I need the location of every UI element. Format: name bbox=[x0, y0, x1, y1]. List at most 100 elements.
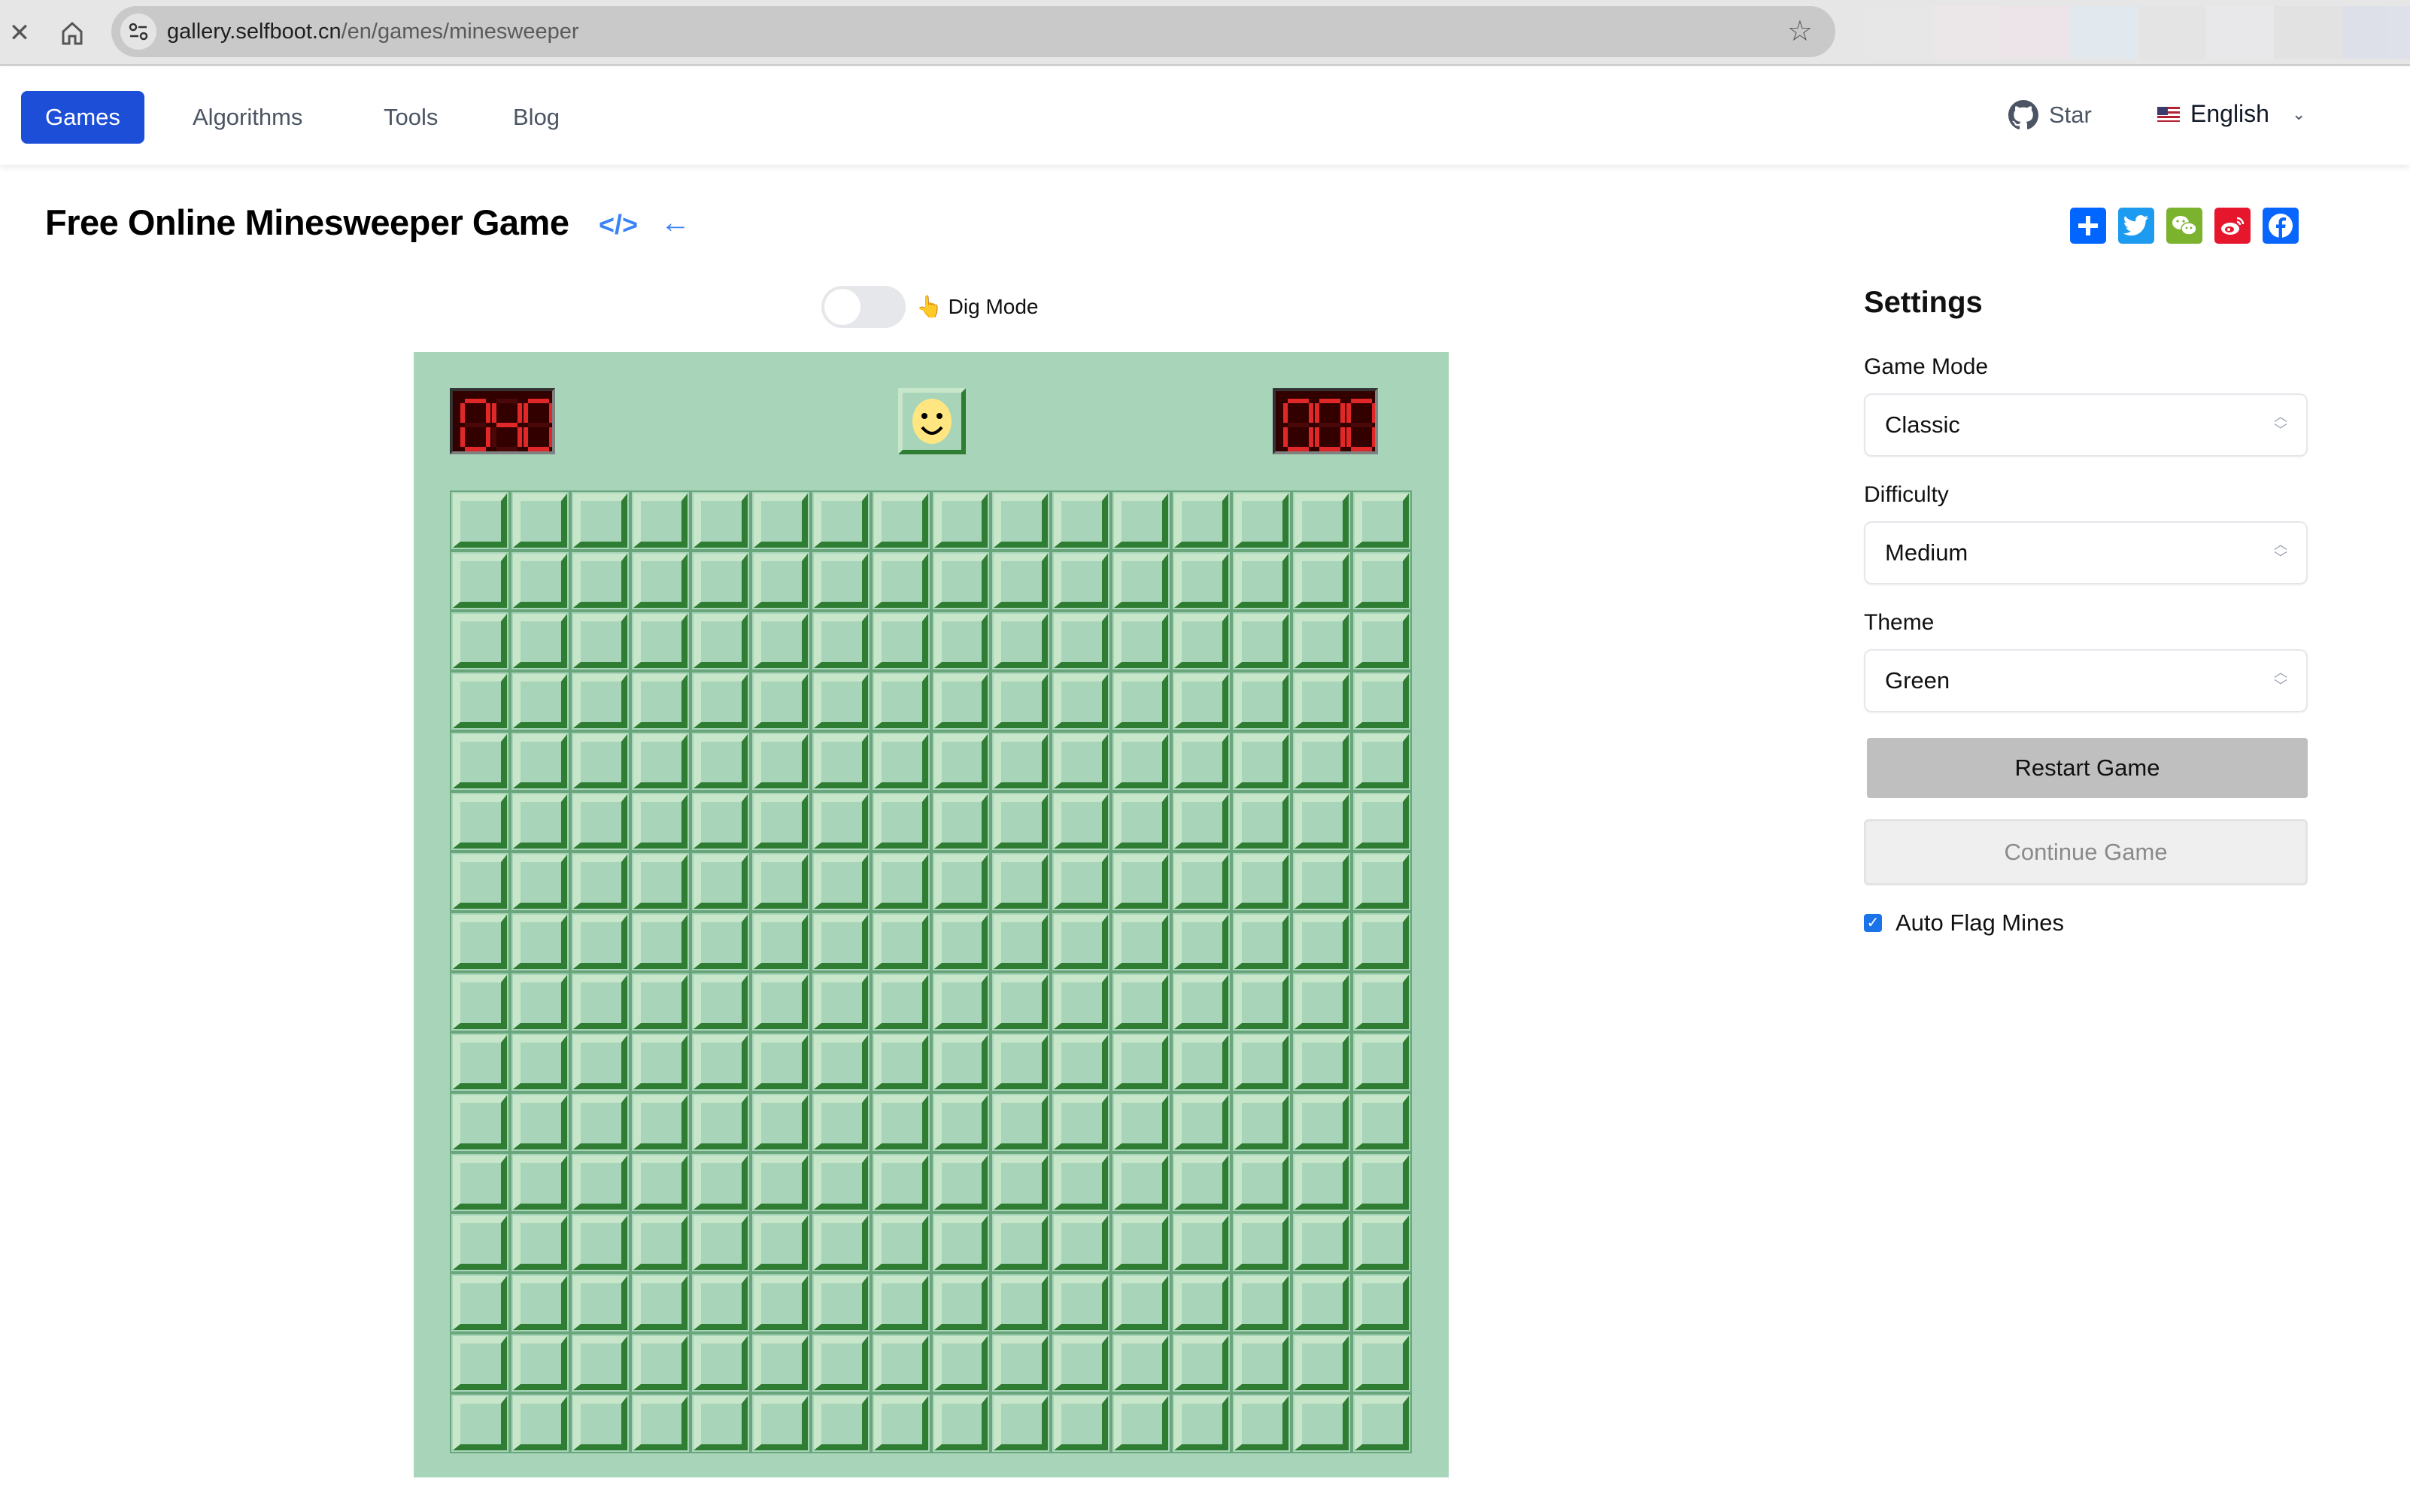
grid-cell[interactable] bbox=[1352, 671, 1412, 731]
grid-cell[interactable] bbox=[569, 1393, 630, 1453]
grid-cell[interactable] bbox=[1171, 1273, 1232, 1333]
grid-cell[interactable] bbox=[690, 1032, 751, 1092]
grid-cell[interactable] bbox=[509, 1092, 570, 1152]
grid-cell[interactable] bbox=[810, 731, 871, 791]
grid-cell[interactable] bbox=[630, 611, 691, 671]
grid-cell[interactable] bbox=[750, 671, 811, 731]
tune-icon[interactable] bbox=[120, 14, 156, 50]
grid-cell[interactable] bbox=[1051, 490, 1112, 551]
theme-select[interactable]: Green ︿ ﹀ bbox=[1864, 649, 2308, 712]
grid-cell[interactable] bbox=[1292, 1333, 1352, 1393]
grid-cell[interactable] bbox=[1171, 852, 1232, 912]
grid-cell[interactable] bbox=[1051, 671, 1112, 731]
grid-cell[interactable] bbox=[1051, 551, 1112, 611]
grid-cell[interactable] bbox=[509, 490, 570, 551]
grid-cell[interactable] bbox=[569, 1333, 630, 1393]
grid-cell[interactable] bbox=[450, 972, 510, 1032]
grid-cell[interactable] bbox=[630, 972, 691, 1032]
grid-cell[interactable] bbox=[930, 671, 991, 731]
grid-cell[interactable] bbox=[1111, 972, 1172, 1032]
grid-cell[interactable] bbox=[569, 551, 630, 611]
grid-cell[interactable] bbox=[1292, 1273, 1352, 1333]
auto-flag-checkbox[interactable]: ✓ bbox=[1864, 914, 1882, 932]
grid-cell[interactable] bbox=[1111, 1213, 1172, 1273]
grid-cell[interactable] bbox=[630, 1393, 691, 1453]
grid-cell[interactable] bbox=[1292, 912, 1352, 972]
nav-algorithms[interactable]: Algorithms bbox=[168, 91, 326, 144]
grid-cell[interactable] bbox=[630, 1273, 691, 1333]
grid-cell[interactable] bbox=[1171, 1393, 1232, 1453]
grid-cell[interactable] bbox=[870, 1213, 931, 1273]
grid-cell[interactable] bbox=[1292, 1213, 1352, 1273]
grid-cell[interactable] bbox=[991, 912, 1052, 972]
grid-cell[interactable] bbox=[1352, 1273, 1412, 1333]
grid-cell[interactable] bbox=[630, 1333, 691, 1393]
grid-cell[interactable] bbox=[1051, 912, 1112, 972]
grid-cell[interactable] bbox=[750, 1032, 811, 1092]
grid-cell[interactable] bbox=[750, 1393, 811, 1453]
grid-cell[interactable] bbox=[1171, 912, 1232, 972]
grid-cell[interactable] bbox=[870, 1333, 931, 1393]
grid-cell[interactable] bbox=[1231, 1213, 1292, 1273]
grid-cell[interactable] bbox=[1352, 551, 1412, 611]
grid-cell[interactable] bbox=[1231, 1092, 1292, 1152]
grid-cell[interactable] bbox=[690, 852, 751, 912]
grid-cell[interactable] bbox=[810, 671, 871, 731]
grid-cell[interactable] bbox=[690, 972, 751, 1032]
grid-cell[interactable] bbox=[930, 731, 991, 791]
grid-cell[interactable] bbox=[1111, 1032, 1172, 1092]
grid-cell[interactable] bbox=[1352, 972, 1412, 1032]
reset-face-button[interactable] bbox=[898, 388, 966, 454]
grid-cell[interactable] bbox=[870, 791, 931, 852]
grid-cell[interactable] bbox=[1352, 912, 1412, 972]
grid-cell[interactable] bbox=[630, 852, 691, 912]
grid-cell[interactable] bbox=[690, 1092, 751, 1152]
grid-cell[interactable] bbox=[509, 1273, 570, 1333]
grid-cell[interactable] bbox=[569, 791, 630, 852]
difficulty-select[interactable]: Medium ︿ ﹀ bbox=[1864, 521, 2308, 584]
grid-cell[interactable] bbox=[509, 852, 570, 912]
grid-cell[interactable] bbox=[1292, 791, 1352, 852]
grid-cell[interactable] bbox=[690, 551, 751, 611]
grid-cell[interactable] bbox=[930, 912, 991, 972]
restart-game-button[interactable]: Restart Game bbox=[1867, 738, 2308, 798]
grid-cell[interactable] bbox=[1231, 1273, 1292, 1333]
grid-cell[interactable] bbox=[991, 611, 1052, 671]
grid-cell[interactable] bbox=[690, 912, 751, 972]
grid-cell[interactable] bbox=[930, 551, 991, 611]
grid-cell[interactable] bbox=[690, 1152, 751, 1213]
grid-cell[interactable] bbox=[991, 1273, 1052, 1333]
grid-cell[interactable] bbox=[1171, 972, 1232, 1032]
grid-cell[interactable] bbox=[690, 1213, 751, 1273]
grid-cell[interactable] bbox=[991, 731, 1052, 791]
grid-cell[interactable] bbox=[569, 972, 630, 1032]
grid-cell[interactable] bbox=[810, 490, 871, 551]
grid-cell[interactable] bbox=[1292, 1393, 1352, 1453]
grid-cell[interactable] bbox=[1171, 551, 1232, 611]
grid-cell[interactable] bbox=[509, 1152, 570, 1213]
grid-cell[interactable] bbox=[1171, 1092, 1232, 1152]
back-arrow-icon[interactable]: ← bbox=[660, 206, 691, 240]
grid-cell[interactable] bbox=[930, 1213, 991, 1273]
language-select[interactable]: English ⌄ bbox=[2157, 100, 2305, 128]
grid-cell[interactable] bbox=[930, 852, 991, 912]
grid-cell[interactable] bbox=[450, 1333, 510, 1393]
grid-cell[interactable] bbox=[930, 791, 991, 852]
grid-cell[interactable] bbox=[1171, 1333, 1232, 1393]
grid-cell[interactable] bbox=[450, 1213, 510, 1273]
grid-cell[interactable] bbox=[1051, 1152, 1112, 1213]
grid-cell[interactable] bbox=[1231, 912, 1292, 972]
grid-cell[interactable] bbox=[1352, 490, 1412, 551]
grid-cell[interactable] bbox=[1292, 1152, 1352, 1213]
grid-cell[interactable] bbox=[569, 1032, 630, 1092]
grid-cell[interactable] bbox=[1111, 490, 1172, 551]
grid-cell[interactable] bbox=[569, 1092, 630, 1152]
grid-cell[interactable] bbox=[509, 1213, 570, 1273]
grid-cell[interactable] bbox=[630, 731, 691, 791]
grid-cell[interactable] bbox=[1231, 551, 1292, 611]
grid-cell[interactable] bbox=[870, 671, 931, 731]
grid-cell[interactable] bbox=[870, 490, 931, 551]
grid-cell[interactable] bbox=[1111, 731, 1172, 791]
grid-cell[interactable] bbox=[450, 1152, 510, 1213]
grid-cell[interactable] bbox=[930, 1152, 991, 1213]
